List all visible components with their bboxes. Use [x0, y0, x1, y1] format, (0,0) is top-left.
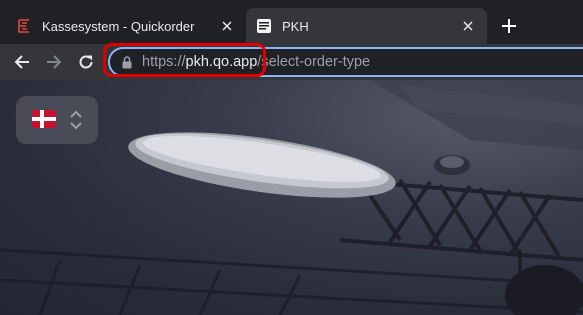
back-button[interactable] — [10, 50, 34, 74]
tab-strip: Kassesystem - Quickorder PKH — [0, 0, 583, 44]
tab-title: PKH — [282, 18, 309, 34]
browser-toolbar: https://pkh.qo.app/select-order-type — [0, 44, 583, 80]
tab-title: Kassesystem - Quickorder — [42, 18, 195, 34]
tab-pkh[interactable]: PKH — [246, 8, 487, 44]
close-icon[interactable] — [459, 17, 477, 35]
chevron-up-down-icon — [70, 110, 82, 130]
forward-button[interactable] — [42, 50, 66, 74]
arrow-left-icon — [14, 55, 29, 69]
plus-icon — [502, 19, 516, 33]
url-host: pkh.qo.app — [185, 54, 258, 70]
language-selector[interactable] — [16, 96, 98, 144]
page-content — [0, 80, 583, 315]
url-scheme: https:// — [142, 54, 186, 70]
pkh-logo-icon — [256, 18, 272, 34]
denmark-flag-icon — [32, 110, 56, 128]
reload-icon — [79, 55, 93, 69]
url-path: /select-order-type — [257, 54, 371, 70]
quickorder-logo-icon — [16, 18, 32, 34]
close-icon[interactable] — [218, 17, 236, 35]
lock-icon[interactable] — [122, 55, 132, 69]
tab-quickorder[interactable]: Kassesystem - Quickorder — [6, 8, 246, 44]
reload-button[interactable] — [74, 50, 98, 74]
new-tab-button[interactable] — [497, 14, 521, 38]
arrow-right-icon — [47, 55, 62, 69]
address-bar[interactable]: https://pkh.qo.app/select-order-type — [108, 47, 583, 77]
